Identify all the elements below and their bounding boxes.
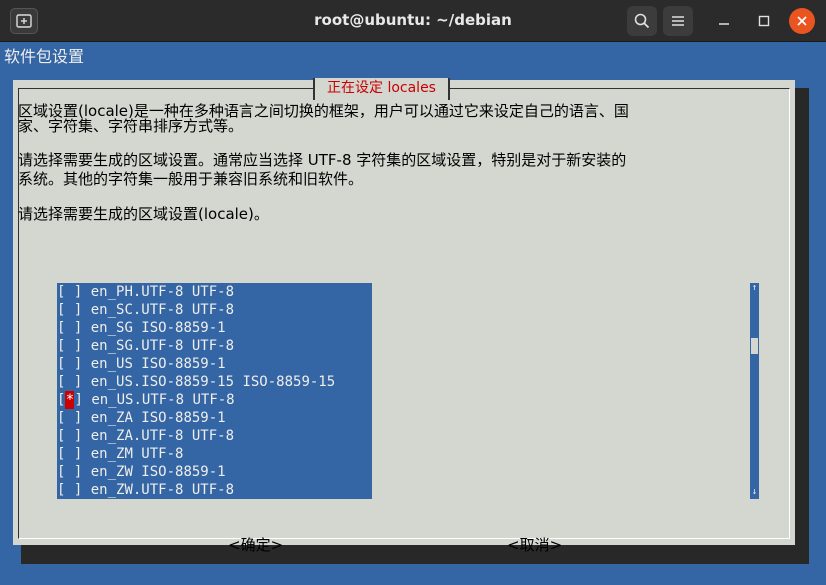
locale-item[interactable]: [ ] en_SC.UTF-8 UTF-8 bbox=[57, 301, 372, 319]
minimize-button[interactable] bbox=[709, 6, 739, 36]
dialog-backtitle: 软件包设置 bbox=[4, 47, 85, 66]
close-button[interactable] bbox=[789, 8, 815, 34]
locale-checkbox[interactable]: [ ] bbox=[57, 337, 82, 355]
hamburger-menu-icon bbox=[672, 16, 684, 26]
window-titlebar: root@ubuntu: ~/debian bbox=[0, 0, 826, 42]
list-scrollbar[interactable]: ↑ ↓ bbox=[750, 283, 759, 499]
locale-checkbox[interactable]: [ ] bbox=[57, 409, 82, 427]
locale-checkbox[interactable]: [*] bbox=[57, 391, 83, 409]
close-icon bbox=[797, 16, 807, 26]
window-title: root@ubuntu: ~/debian bbox=[314, 11, 512, 29]
description-line-4: 系统。其他的字符集一般用于兼容旧系统和旧软件。 bbox=[18, 170, 364, 188]
search-button[interactable] bbox=[627, 6, 657, 36]
locale-checklist[interactable]: [ ] en_PH.UTF-8 UTF-8[ ] en_SC.UTF-8 UTF… bbox=[57, 283, 372, 499]
maximize-button[interactable] bbox=[749, 6, 779, 36]
search-icon bbox=[634, 13, 650, 29]
ok-button[interactable]: <确定> bbox=[228, 534, 283, 555]
locale-item[interactable]: [ ] en_US.ISO-8859-15 ISO-8859-15 bbox=[57, 373, 372, 391]
locale-checkbox[interactable]: [ ] bbox=[57, 301, 82, 319]
locale-item[interactable]: [ ] en_US ISO-8859-1 bbox=[57, 355, 372, 373]
locale-checkbox[interactable]: [ ] bbox=[57, 427, 82, 445]
scroll-up-arrow-icon[interactable]: ↑ bbox=[750, 283, 759, 293]
locale-label: en_ZM UTF-8 bbox=[90, 446, 184, 462]
locale-item[interactable]: [*] en_US.UTF-8 UTF-8 bbox=[57, 391, 372, 409]
locale-item[interactable]: [ ] en_ZA ISO-8859-1 bbox=[57, 409, 372, 427]
locale-label: en_ZA ISO-8859-1 bbox=[90, 410, 226, 426]
locale-item[interactable]: [ ] en_SG.UTF-8 UTF-8 bbox=[57, 337, 372, 355]
locale-item[interactable]: [ ] en_ZM UTF-8 bbox=[57, 445, 372, 463]
terminal-area[interactable]: 软件包设置 正在设定 locales 区域设置(locale)是一种在多种语言之… bbox=[0, 42, 826, 585]
locale-checkbox[interactable]: [ ] bbox=[57, 481, 82, 499]
scroll-thumb[interactable] bbox=[751, 338, 758, 354]
maximize-icon bbox=[758, 15, 770, 27]
locale-label: en_ZW ISO-8859-1 bbox=[90, 464, 226, 480]
locale-label: en_SG.UTF-8 UTF-8 bbox=[90, 338, 235, 354]
locale-label: en_ZW.UTF-8 UTF-8 bbox=[90, 482, 235, 498]
locale-label: en_US ISO-8859-1 bbox=[90, 356, 226, 372]
locale-item[interactable]: [ ] en_PH.UTF-8 UTF-8 bbox=[57, 283, 372, 301]
locale-checkbox[interactable]: [ ] bbox=[57, 355, 82, 373]
locale-label: en_ZA.UTF-8 UTF-8 bbox=[90, 428, 235, 444]
list-prompt: 请选择需要生成的区域设置(locale)。 bbox=[18, 205, 269, 223]
locale-item[interactable]: [ ] en_ZA.UTF-8 UTF-8 bbox=[57, 427, 372, 445]
locale-item[interactable]: [ ] en_ZW.UTF-8 UTF-8 bbox=[57, 481, 372, 499]
locale-label: en_SC.UTF-8 UTF-8 bbox=[90, 302, 235, 318]
locale-label: en_US.ISO-8859-15 ISO-8859-15 bbox=[90, 374, 336, 390]
scroll-down-arrow-icon[interactable]: ↓ bbox=[750, 486, 759, 499]
locale-checkbox[interactable]: [ ] bbox=[57, 445, 82, 463]
locale-item[interactable]: [ ] en_SG ISO-8859-1 bbox=[57, 319, 372, 337]
checked-mark-icon: * bbox=[65, 391, 75, 409]
locale-checkbox[interactable]: [ ] bbox=[57, 463, 82, 481]
locale-checkbox[interactable]: [ ] bbox=[57, 373, 82, 391]
minimize-icon bbox=[719, 23, 729, 25]
dialog-title: 正在设定 locales bbox=[313, 78, 450, 100]
locale-label: en_PH.UTF-8 UTF-8 bbox=[90, 284, 235, 300]
locale-label: en_US.UTF-8 UTF-8 bbox=[91, 392, 235, 408]
locale-checkbox[interactable]: [ ] bbox=[57, 319, 82, 337]
locale-item[interactable]: [ ] en_ZW ISO-8859-1 bbox=[57, 463, 372, 481]
locale-label: en_SG ISO-8859-1 bbox=[90, 320, 226, 336]
cancel-button[interactable]: <取消> bbox=[507, 534, 562, 555]
locale-checkbox[interactable]: [ ] bbox=[57, 283, 82, 301]
menu-button[interactable] bbox=[663, 6, 693, 36]
description-line-2: 家、字符集、字符串排序方式等。 bbox=[18, 117, 244, 135]
description-line-3: 请选择需要生成的区域设置。通常应当选择 UTF-8 字符集的区域设置，特别是对于… bbox=[18, 151, 627, 169]
